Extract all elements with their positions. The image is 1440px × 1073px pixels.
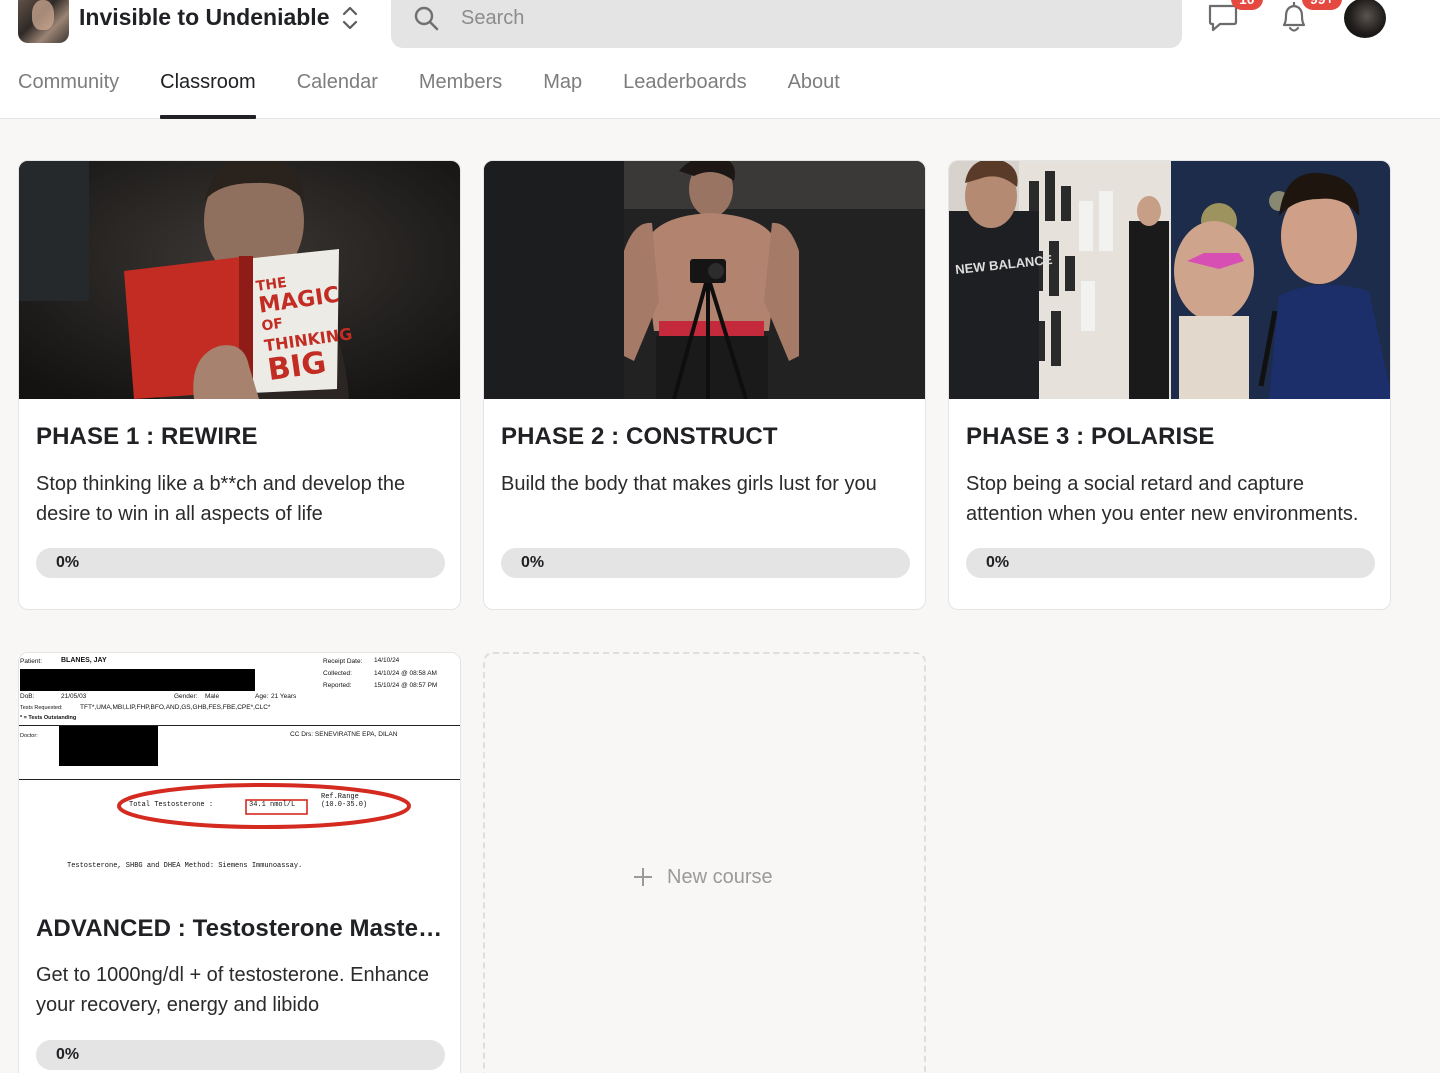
course-progress-bar: 0% — [36, 548, 445, 578]
tab-about[interactable]: About — [788, 66, 840, 119]
lab-reported: 15/10/24 @ 08:57 PM — [374, 682, 438, 689]
course-card-phase-3[interactable]: NEW BALANCE PHASE 3 : POLARISE Stop bein… — [948, 160, 1391, 610]
user-avatar[interactable] — [1344, 0, 1386, 38]
lab-age: 21 Years — [271, 693, 297, 700]
course-progress-bar: 0% — [36, 1040, 445, 1070]
lab-receipt-label: Receipt Date: — [323, 658, 363, 665]
lab-collected-label: Collected: — [323, 670, 352, 677]
lab-patient-label: Patient: — [20, 658, 43, 665]
course-card-phase-1[interactable]: THE MAGIC OF THINKING BIG PHASE 1 : REWI… — [18, 160, 461, 610]
lab-patient-name: BLANES, JAY — [61, 657, 107, 664]
group-avatar[interactable] — [18, 0, 69, 43]
chat-badge: 10 — [1231, 0, 1263, 10]
new-course-label: New course — [667, 866, 773, 888]
top-header: Invisible to Undeniable 10 99+ Community… — [0, 0, 1440, 119]
redaction-bar — [59, 726, 158, 766]
nav-tabs: Community Classroom Calendar Members Map… — [18, 66, 881, 119]
course-description: Stop being a social retard and capture a… — [966, 473, 1359, 525]
course-description: Stop thinking like a b**ch and develop t… — [36, 473, 406, 525]
new-course-button[interactable]: New course — [483, 652, 926, 1073]
lab-tests: TFT*,UMA,MBI,LIP,FHP,BFO,AND,GS,GHB,FES,… — [80, 704, 271, 711]
lab-ref-range: (10.0-35.0) — [321, 801, 368, 809]
course-title: PHASE 3 : POLARISE — [966, 423, 1215, 450]
course-cover-image: NEW BALANCE — [949, 161, 1390, 399]
lab-method: Testosterone, SHBG and DHEA Method: Siem… — [67, 862, 303, 870]
course-cover-image — [484, 161, 925, 399]
progress-label: 0% — [56, 554, 80, 571]
search-icon — [413, 5, 439, 36]
course-progress-bar: 0% — [966, 548, 1375, 578]
course-card-advanced[interactable]: Patient: BLANES, JAY Receipt Date: 14/10… — [18, 652, 461, 1073]
group-switcher-icon[interactable] — [338, 2, 362, 34]
tab-members[interactable]: Members — [419, 66, 502, 119]
progress-label: 0% — [521, 554, 545, 571]
notifications-button[interactable]: 99+ — [1278, 0, 1342, 41]
course-title: PHASE 1 : REWIRE — [36, 423, 258, 450]
lab-dob: 21/05/03 — [61, 693, 87, 700]
lab-outstanding: * = Tests Outstanding — [20, 715, 77, 721]
search-bar[interactable] — [391, 0, 1182, 48]
lab-reported-label: Reported: — [323, 682, 352, 689]
lab-receipt-date: 14/10/24 — [374, 657, 400, 664]
lab-dob-label: DoB: — [20, 693, 35, 700]
lab-age-label: Age: — [255, 693, 269, 700]
lab-gender: Male — [205, 693, 220, 700]
tab-leaderboards[interactable]: Leaderboards — [623, 66, 746, 119]
lab-cc: CC Drs: SENEVIRATNE EPA, DILAN — [290, 731, 398, 738]
notifications-badge: 99+ — [1302, 0, 1342, 10]
lab-collected: 14/10/24 @ 08:58 AM — [374, 670, 437, 677]
tab-community[interactable]: Community — [18, 66, 119, 119]
course-cover-image: THE MAGIC OF THINKING BIG — [19, 161, 460, 399]
course-description: Build the body that makes girls lust for… — [501, 473, 877, 495]
lab-ref-label: Ref.Range — [321, 793, 359, 801]
tab-classroom[interactable]: Classroom — [160, 66, 256, 119]
lab-doctor-label: Doctor: — [20, 733, 38, 739]
course-title: PHASE 2 : CONSTRUCT — [501, 423, 778, 450]
group-name[interactable]: Invisible to Undeniable — [79, 4, 329, 31]
search-input[interactable] — [461, 4, 1141, 32]
progress-label: 0% — [56, 1046, 80, 1063]
chat-button[interactable]: 10 — [1206, 0, 1263, 39]
lab-gender-label: Gender: — [174, 693, 198, 700]
course-description: Get to 1000ng/dl + of testosterone. Enha… — [36, 964, 430, 1016]
course-progress-bar: 0% — [501, 548, 910, 578]
plus-icon — [633, 867, 653, 888]
tab-map[interactable]: Map — [543, 66, 582, 119]
course-cover-image-lab-report: Patient: BLANES, JAY Receipt Date: 14/10… — [19, 653, 460, 891]
lab-test-value: 34.1 nmol/L — [249, 801, 296, 809]
new-course-content: New course — [633, 866, 773, 889]
lab-tests-label: Tests Requested: — [20, 705, 63, 711]
redaction-bar — [20, 669, 255, 691]
progress-label: 0% — [986, 554, 1010, 571]
lab-test-name: Total Testosterone : — [129, 801, 214, 809]
tab-calendar[interactable]: Calendar — [297, 66, 378, 119]
course-title: ADVANCED : Testosterone Master... — [36, 915, 446, 942]
course-card-phase-2[interactable]: PHASE 2 : CONSTRUCT Build the body that … — [483, 160, 926, 610]
